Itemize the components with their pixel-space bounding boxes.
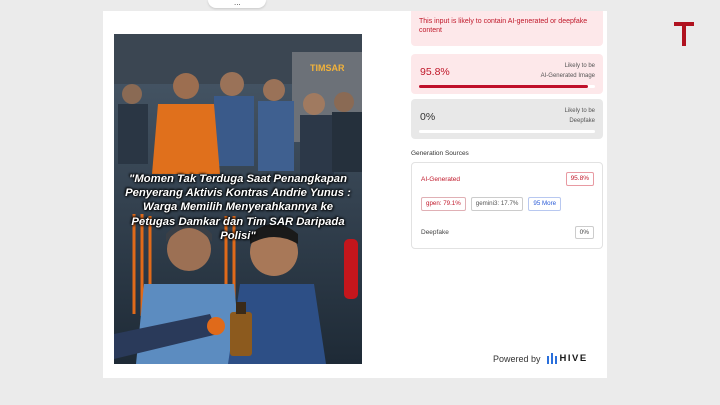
source-chip-gpen[interactable]: gpen: 79.1% <box>421 197 466 211</box>
deepfake-percent: 0% <box>420 111 436 123</box>
image-caption: "Momen Tak Terduga Saat Penangkapan Peny… <box>125 173 351 242</box>
uploaded-image-preview: TIMSAR "Momen Tak Terduga Saat Penangkap… <box>114 34 362 364</box>
gen-ai-label: AI-Generated <box>421 176 461 183</box>
top-tab-handle[interactable]: ... <box>208 0 266 8</box>
more-sources-button[interactable]: 95 More <box>528 197 562 211</box>
powered-by-footer: Powered by HIVE <box>493 353 588 364</box>
ai-generated-bar-fill <box>419 85 588 88</box>
deepfake-label: Likely to be Deepfake <box>564 108 595 124</box>
gen-ai-value-badge: 95.8% <box>565 172 594 186</box>
ai-generated-bar-track <box>419 85 595 88</box>
t-logo-icon <box>674 22 694 46</box>
deepfake-score-card: 0% Likely to be Deepfake <box>411 99 603 139</box>
hive-wordmark: HIVE <box>559 353 588 364</box>
ai-generated-percent: 95.8% <box>420 66 450 78</box>
gen-deepfake-value-badge: 0% <box>574 226 594 239</box>
gen-deepfake-label: Deepfake <box>421 229 449 236</box>
hive-logo[interactable]: HIVE <box>546 353 588 364</box>
deepfake-bar-track <box>419 130 595 133</box>
ai-warning-banner: This input is likely to contain AI-gener… <box>411 11 603 46</box>
source-chip-gemini[interactable]: gemini3: 17.7% <box>470 197 524 211</box>
generation-sources-card: AI-Generated 95.8% gpen: 79.1% gemini3: … <box>411 162 603 249</box>
powered-by-text: Powered by <box>493 353 541 364</box>
source-chips: gpen: 79.1% gemini3: 17.7% 95 More <box>421 197 562 211</box>
ai-warning-text: This input is likely to contain AI-gener… <box>419 18 588 34</box>
generation-sources-title: Generation Sources <box>411 150 469 157</box>
hive-mark-icon <box>546 353 557 364</box>
ai-generated-label: Likely to be AI-Generated Image <box>540 63 595 79</box>
truck-text: TIMSAR <box>310 63 345 73</box>
top-tab-label: ... <box>234 0 241 7</box>
ai-generated-score-card: 95.8% Likely to be AI-Generated Image <box>411 54 603 94</box>
